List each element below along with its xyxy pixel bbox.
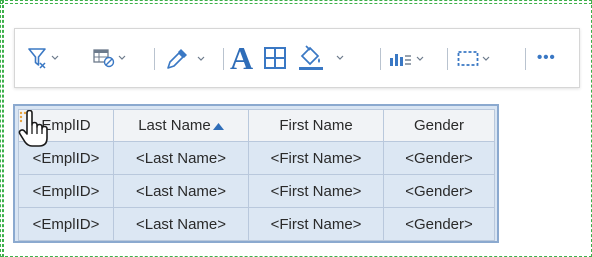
table-cell[interactable]: <First Name> [248, 174, 384, 208]
data-table: EmplID Last Name First Name Gender <Empl… [18, 109, 495, 241]
table-cell[interactable]: <Last Name> [113, 174, 249, 208]
table-cell[interactable]: <Gender> [383, 174, 495, 208]
table-cell[interactable]: <First Name> [248, 207, 384, 241]
hand-cursor-icon [18, 110, 48, 147]
table-header-row: EmplID Last Name First Name Gender [18, 109, 495, 142]
table-cell[interactable]: <EmplID> [18, 207, 114, 241]
chevron-down-icon [482, 56, 490, 61]
header-label: First Name [279, 117, 353, 134]
borders-button[interactable] [263, 46, 287, 70]
toolbar-separator [525, 48, 526, 70]
fill-color-icon [299, 45, 323, 70]
toolbar-separator [154, 48, 155, 70]
chevron-down-icon [336, 55, 344, 60]
table-row: <EmplID> <Last Name> <First Name> <Gende… [18, 207, 495, 241]
chart-button[interactable] [389, 50, 424, 68]
table-row: <EmplID> <Last Name> <First Name> <Gende… [18, 174, 495, 208]
more-icon: ••• [537, 49, 556, 66]
table-cell[interactable]: <Last Name> [113, 207, 249, 241]
chart-icon [390, 54, 411, 66]
column-header-last-name[interactable]: Last Name [113, 109, 249, 142]
table-toolbar: A ••• [14, 28, 580, 88]
selection-icon [457, 51, 479, 66]
header-label: Gender [413, 117, 465, 134]
column-header-gender[interactable]: Gender [383, 109, 495, 142]
table-cell[interactable]: <First Name> [248, 141, 384, 175]
font-button[interactable]: A [230, 41, 253, 75]
table-cell[interactable]: <EmplID> [18, 174, 114, 208]
filter-icon [28, 48, 46, 69]
table-cell[interactable]: <Gender> [383, 207, 495, 241]
table-widget[interactable]: EmplID Last Name First Name Gender <Empl… [13, 104, 499, 243]
selection-button[interactable] [457, 50, 490, 68]
canvas-guide-vertical [2, 0, 4, 257]
column-header-first-name[interactable]: First Name [248, 109, 384, 142]
chevron-down-icon [416, 56, 424, 61]
table-cell[interactable]: <Gender> [383, 141, 495, 175]
font-icon: A [230, 40, 254, 76]
canvas-guide-horizontal [0, 3, 592, 5]
eyedropper-button[interactable] [165, 47, 205, 71]
chevron-down-icon [197, 56, 205, 61]
toolbar-separator [447, 48, 448, 70]
chevron-down-icon [118, 55, 126, 60]
table-style-button[interactable] [93, 48, 126, 68]
toolbar-separator [380, 48, 381, 70]
header-label: Last Name [138, 117, 211, 134]
filter-button[interactable] [28, 47, 59, 69]
fill-color-button[interactable] [298, 44, 344, 72]
table-style-icon [93, 49, 115, 68]
toolbar-separator [223, 48, 224, 70]
chevron-down-icon [51, 55, 59, 60]
borders-icon [264, 47, 286, 69]
eyedropper-icon [167, 49, 187, 69]
sort-ascending-icon [212, 123, 224, 130]
more-button[interactable]: ••• [537, 49, 556, 66]
table-row: <EmplID> <Last Name> <First Name> <Gende… [18, 141, 495, 175]
table-cell[interactable]: <Last Name> [113, 141, 249, 175]
